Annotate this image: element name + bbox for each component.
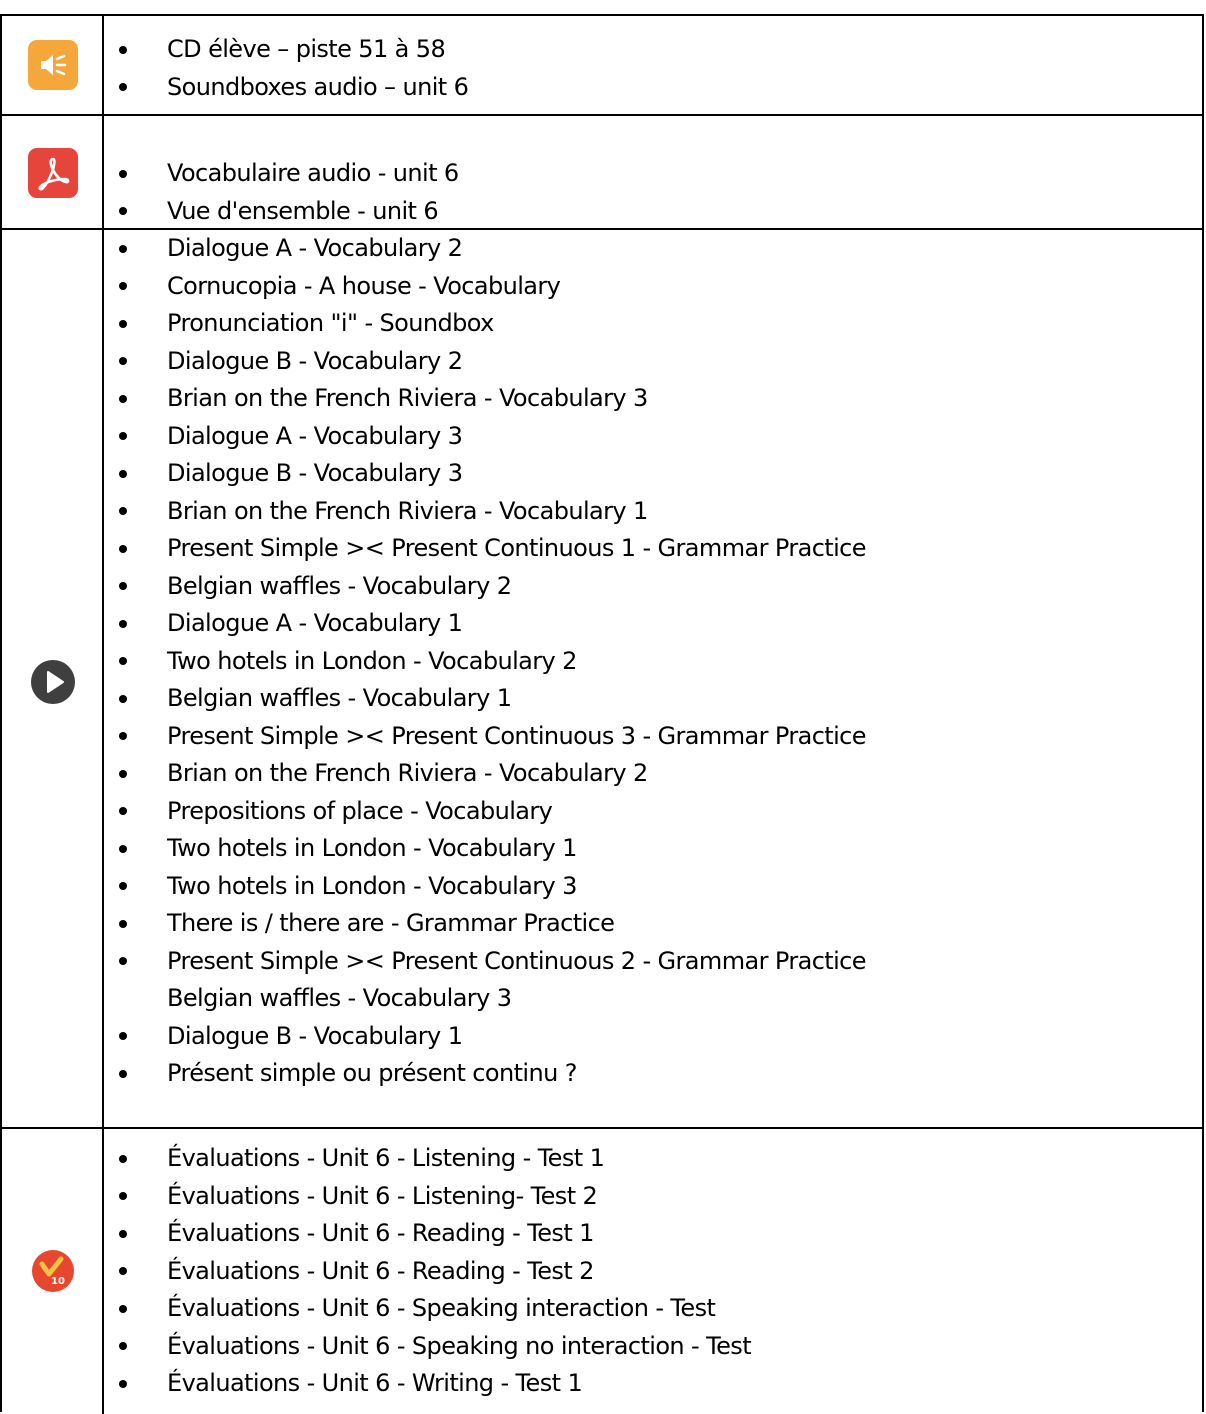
evaluation-badge: 10 [51, 1276, 65, 1287]
list-item[interactable]: Évaluations - Unit 6 - Speaking interact… [104, 1290, 1202, 1328]
list-item[interactable]: Pronunciation "i" - Soundbox [104, 305, 1202, 343]
list-item-label: Two hotels in London - Vocabulary 2 [167, 646, 577, 675]
list-item[interactable]: Dialogue A - Vocabulary 3 [104, 418, 1202, 456]
list-item[interactable]: Évaluations - Unit 6 - Listening- Test 2 [104, 1178, 1202, 1216]
audio-list: CD élève – piste 51 à 58 Soundboxes audi… [104, 31, 1202, 106]
row-audio: CD élève – piste 51 à 58 Soundboxes audi… [2, 16, 1202, 116]
list-item[interactable]: Two hotels in London - Vocabulary 1 [104, 830, 1202, 868]
list-item-label: Évaluations - Unit 6 - Reading - Test 2 [167, 1256, 594, 1285]
list-item[interactable]: Belgian waffles - Vocabulary 1 [104, 680, 1202, 718]
list-item[interactable]: Évaluations - Unit 6 - Listening - Test … [104, 1140, 1202, 1178]
list-item[interactable]: Dialogue A - Vocabulary 2 [104, 230, 1202, 268]
icon-cell [2, 16, 102, 114]
list-item[interactable]: Two hotels in London - Vocabulary 2 [104, 643, 1202, 681]
list-item-label: Present Simple >< Present Continuous 1 -… [167, 534, 867, 562]
list-item-label: Dialogue A - Vocabulary 2 [167, 234, 463, 262]
list-item-label: Évaluations - Unit 6 - Writing - Test 1 [167, 1369, 583, 1397]
list-item-label: Prepositions of place - Vocabulary [167, 796, 553, 825]
list-item-label: Pronunciation "i" - Soundbox [167, 309, 494, 337]
list-item[interactable]: Dialogue B - Vocabulary 2 [104, 343, 1202, 381]
list-item[interactable]: Dialogue A - Vocabulary 1 [104, 605, 1202, 643]
list-item-label: There is / there are - Grammar Practice [167, 909, 615, 937]
row-pdf: Vocabulaire audio - unit 6 Vue d'ensembl… [2, 116, 1202, 230]
list-item-label: Dialogue A - Vocabulary 1 [167, 609, 463, 637]
list-item[interactable]: Brian on the French Riviera - Vocabulary… [104, 755, 1202, 793]
list-item-label: Brian on the French Riviera - Vocabulary… [167, 496, 648, 525]
list-item-label: CD élève – piste 51 à 58 [167, 35, 446, 63]
list-item[interactable]: Cornucopia - A house - Vocabulary [104, 268, 1202, 306]
list-item-label: Brian on the French Riviera - Vocabulary… [167, 384, 648, 412]
list-item-label: Évaluations - Unit 6 - Listening - Test … [167, 1144, 605, 1172]
list-item-label: Dialogue A - Vocabulary 3 [167, 421, 463, 450]
list-item-label: Vocabulaire audio - unit 6 [167, 159, 459, 187]
list-item-label: Two hotels in London - Vocabulary 3 [167, 871, 577, 900]
list-item-label: Soundboxes audio – unit 6 [167, 72, 469, 101]
list-item[interactable]: Present Simple >< Present Continuous 1 -… [104, 530, 1202, 568]
icon-cell [2, 230, 102, 1127]
video-list: Dialogue A - Vocabulary 2 Cornucopia - A… [104, 230, 1202, 1093]
list-item-label: Évaluations - Unit 6 - Speaking no inter… [167, 1331, 752, 1360]
list-item[interactable]: Vocabulaire audio - unit 6 [104, 155, 1202, 193]
pdf-list: Vocabulaire audio - unit 6 Vue d'ensembl… [104, 155, 1202, 230]
list-item[interactable]: Two hotels in London - Vocabulary 3 [104, 868, 1202, 906]
list-item-label: Évaluations - Unit 6 - Speaking interact… [167, 1294, 716, 1322]
list-item[interactable]: Belgian waffles - Vocabulary 3 [104, 980, 1202, 1018]
list-item[interactable]: Dialogue B - Vocabulary 3 [104, 455, 1202, 493]
icon-cell [2, 116, 102, 228]
list-item[interactable]: Dialogue B - Vocabulary 1 [104, 1018, 1202, 1056]
list-item-label: Brian on the French Riviera - Vocabulary… [167, 759, 648, 787]
list-item[interactable]: Present Simple >< Present Continuous 2 -… [104, 943, 1202, 981]
list-item-label: Belgian waffles - Vocabulary 2 [167, 571, 512, 600]
list-item-label: Belgian waffles - Vocabulary 3 [167, 984, 512, 1012]
list-item[interactable]: Évaluations - Unit 6 - Reading - Test 2 [104, 1253, 1202, 1291]
list-item-label: Cornucopia - A house - Vocabulary [167, 271, 561, 300]
list-item-label: Dialogue B - Vocabulary 2 [167, 346, 463, 375]
list-item-label: Évaluations - Unit 6 - Listening- Test 2 [167, 1181, 598, 1210]
list-item[interactable]: Brian on the French Riviera - Vocabulary… [104, 493, 1202, 531]
list-item-label: Vue d'ensemble - unit 6 [167, 196, 439, 225]
list-item[interactable]: CD élève – piste 51 à 58 [104, 31, 1202, 69]
list-item[interactable]: Vue d'ensemble - unit 6 [104, 193, 1202, 231]
list-item-label: Two hotels in London - Vocabulary 1 [167, 834, 577, 862]
evaluation-icon[interactable]: 10 [32, 1250, 74, 1292]
list-item-label: Present Simple >< Present Continuous 2 -… [167, 946, 867, 975]
list-item-label: Présent simple ou présent continu ? [167, 1059, 577, 1087]
speaker-icon[interactable] [28, 40, 78, 90]
row-video: Dialogue A - Vocabulary 2 Cornucopia - A… [2, 230, 1202, 1129]
list-item[interactable]: Belgian waffles - Vocabulary 2 [104, 568, 1202, 606]
list-item[interactable]: There is / there are - Grammar Practice [104, 905, 1202, 943]
list-item[interactable]: Prepositions of place - Vocabulary [104, 793, 1202, 831]
list-item[interactable]: Évaluations - Unit 6 - Reading - Test 1 [104, 1215, 1202, 1253]
list-item-label: Present Simple >< Present Continuous 3 -… [167, 721, 867, 750]
list-item[interactable]: Évaluations - Unit 6 - Speaking no inter… [104, 1328, 1202, 1366]
list-item[interactable]: Present Simple >< Present Continuous 3 -… [104, 718, 1202, 756]
pdf-icon[interactable] [28, 148, 78, 198]
list-item[interactable]: Présent simple ou présent continu ? [104, 1055, 1202, 1093]
play-icon[interactable] [31, 660, 75, 704]
icon-cell: 10 [2, 1129, 102, 1414]
list-item-label: Dialogue B - Vocabulary 1 [167, 1021, 463, 1050]
list-item[interactable]: Brian on the French Riviera - Vocabulary… [104, 380, 1202, 418]
list-item[interactable]: Soundboxes audio – unit 6 [104, 69, 1202, 107]
list-item-label: Évaluations - Unit 6 - Reading - Test 1 [167, 1219, 594, 1247]
list-item[interactable]: Évaluations - Unit 6 - Writing - Test 1 [104, 1365, 1202, 1403]
evaluations-list: Évaluations - Unit 6 - Listening - Test … [104, 1140, 1202, 1403]
row-evaluations: 10 Évaluations - Unit 6 - Listening - Te… [2, 1129, 1202, 1414]
resources-table: CD élève – piste 51 à 58 Soundboxes audi… [0, 14, 1204, 1414]
list-item-label: Belgian waffles - Vocabulary 1 [167, 684, 512, 712]
list-item-label: Dialogue B - Vocabulary 3 [167, 459, 463, 487]
